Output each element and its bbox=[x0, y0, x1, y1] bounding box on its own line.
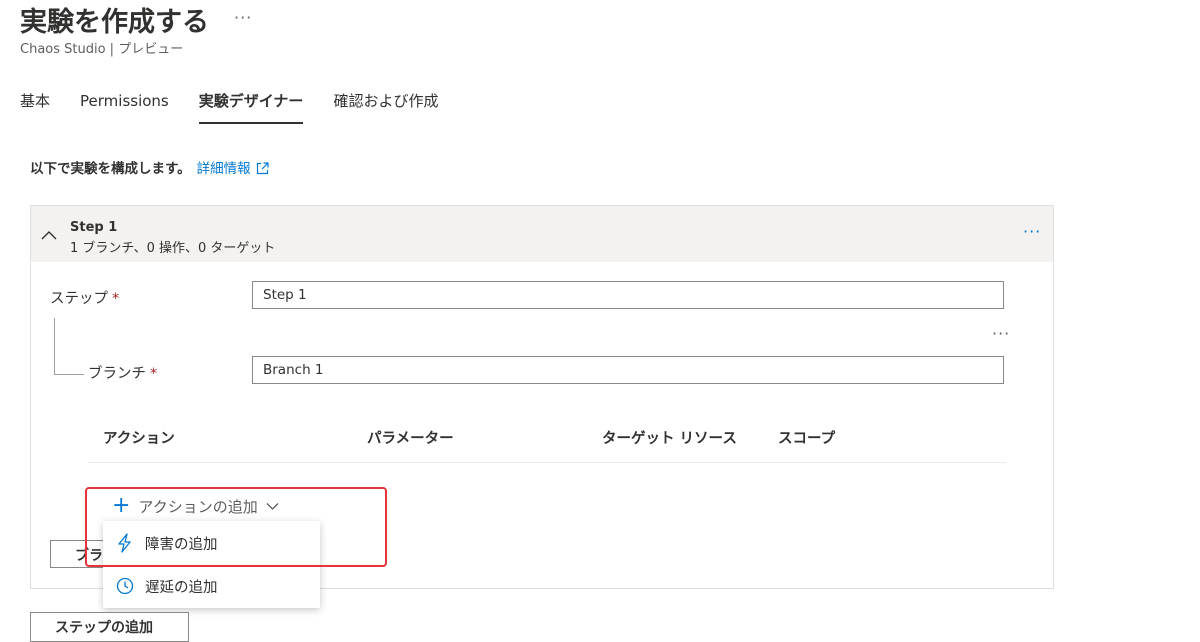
menu-item-add-delay[interactable]: 遅延の追加 bbox=[103, 566, 320, 606]
tree-connector-horizontal bbox=[54, 374, 84, 375]
step-card-header[interactable]: Step 1 1 ブランチ、0 操作、0 ターゲット ··· bbox=[31, 206, 1053, 262]
learn-more-link[interactable]: 詳細情報 bbox=[197, 161, 251, 177]
intro-line: 以下で実験を構成します。 詳細情報 bbox=[30, 157, 269, 179]
tab-review-create[interactable]: 確認および作成 bbox=[333, 90, 438, 122]
more-options-icon[interactable]: ··· bbox=[234, 8, 252, 27]
chevron-up-icon[interactable] bbox=[41, 226, 57, 245]
tab-experiment-designer[interactable]: 実験デザイナー bbox=[198, 90, 304, 124]
tab-bar: 基本 Permissions 実験デザイナー 確認および作成 bbox=[20, 90, 468, 124]
branch-more-icon[interactable]: ··· bbox=[992, 324, 1010, 343]
page-subtitle: Chaos Studio | プレビュー bbox=[20, 42, 184, 57]
step-name: Step 1 bbox=[70, 220, 118, 235]
clock-icon bbox=[116, 577, 134, 595]
step-summary: 1 ブランチ、0 操作、0 ターゲット bbox=[70, 241, 276, 256]
column-header-scope: スコープ bbox=[778, 431, 836, 447]
branch-label: ブランチ * bbox=[88, 366, 158, 382]
column-header-target-resource: ターゲット リソース bbox=[602, 431, 737, 447]
required-mark: * bbox=[112, 291, 120, 307]
branch-name-field[interactable]: Branch 1 bbox=[252, 356, 1004, 384]
intro-text: 以下で実験を構成します。 bbox=[30, 161, 191, 177]
tab-basics[interactable]: 基本 bbox=[20, 90, 50, 122]
highlight-box bbox=[85, 487, 387, 567]
column-header-action: アクション bbox=[103, 431, 175, 447]
column-header-parameters: パラメーター bbox=[367, 431, 454, 447]
add-step-button[interactable]: ステップの追加 bbox=[30, 612, 189, 642]
step-label: ステップ * bbox=[50, 291, 120, 307]
page-title: 実験を作成する bbox=[20, 7, 209, 38]
step-name-field[interactable]: Step 1 bbox=[252, 281, 1004, 309]
table-divider bbox=[88, 462, 1006, 463]
external-link-icon[interactable] bbox=[256, 162, 269, 179]
step-more-icon[interactable]: ··· bbox=[1023, 222, 1041, 241]
tree-connector-vertical bbox=[54, 318, 55, 374]
required-mark: * bbox=[150, 366, 158, 382]
menu-item-label: 遅延の追加 bbox=[145, 579, 218, 596]
tab-permissions[interactable]: Permissions bbox=[80, 90, 169, 122]
